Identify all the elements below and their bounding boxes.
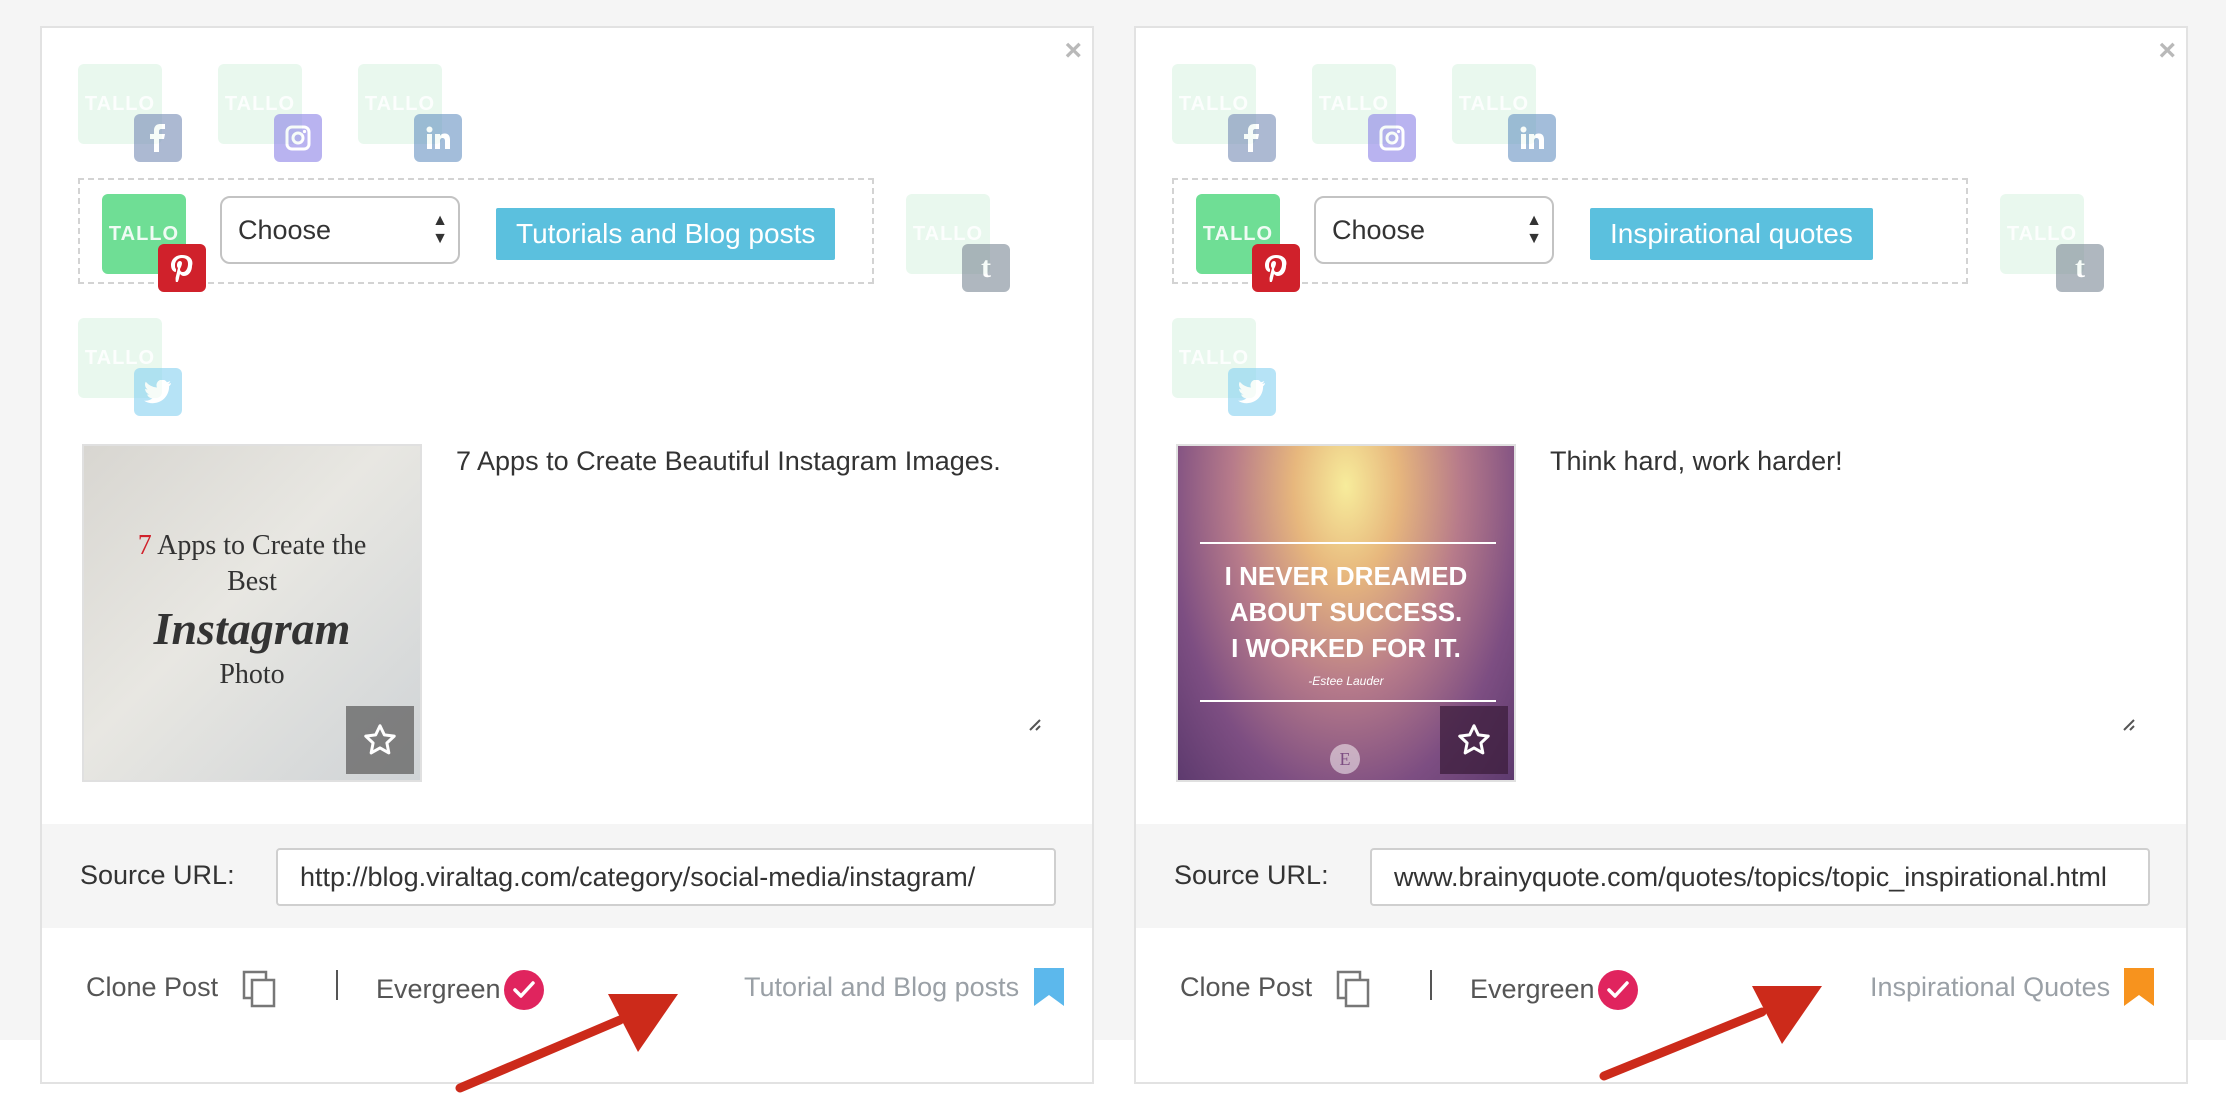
- select-arrows-icon: ▲ ▼: [1526, 212, 1542, 247]
- pinterest-icon: [158, 244, 206, 292]
- quote-author: -Estee Lauder: [1308, 674, 1384, 688]
- category-tag[interactable]: Tutorial and Blog posts: [744, 972, 1019, 1003]
- category-tag[interactable]: Inspirational Quotes: [1870, 972, 2110, 1003]
- divider: [1430, 970, 1432, 1000]
- instagram-icon: [274, 114, 322, 162]
- twitter-icon: [1228, 368, 1276, 416]
- close-icon[interactable]: ×: [1064, 36, 1082, 66]
- board-select[interactable]: Choose ▲ ▼: [1314, 196, 1554, 264]
- facebook-icon: [1228, 114, 1276, 162]
- pinterest-icon: [1252, 244, 1300, 292]
- account-linkedin[interactable]: TALLO: [1452, 64, 1556, 168]
- account-instagram[interactable]: TALLO: [218, 64, 322, 168]
- linkedin-icon: [1508, 114, 1556, 162]
- category-button[interactable]: Inspirational quotes: [1590, 208, 1873, 260]
- account-facebook[interactable]: TALLO: [78, 64, 182, 168]
- account-tumblr[interactable]: TALLO t: [2000, 194, 2104, 298]
- board-select[interactable]: Choose ▲ ▼: [220, 196, 460, 264]
- copy-icon[interactable]: [242, 970, 276, 1015]
- quote-rule: [1200, 700, 1496, 702]
- divider: [336, 970, 338, 1000]
- star-icon: [1458, 724, 1490, 755]
- source-url-input[interactable]: http://blog.viraltag.com/category/social…: [276, 848, 1056, 906]
- post-card-1: × TALLO TALLO TALLO TALLO Choose ▲ ▼ Tuto…: [40, 26, 1094, 1084]
- image-overlay-text: 7 Apps to Create the Best Instagram Phot…: [137, 530, 367, 690]
- account-tumblr[interactable]: TALLO t: [906, 194, 1010, 298]
- bookmark-icon[interactable]: [1034, 968, 1064, 1013]
- tumblr-icon: t: [962, 244, 1010, 292]
- account-facebook[interactable]: TALLO: [1172, 64, 1276, 168]
- favorite-star-button[interactable]: [346, 706, 414, 774]
- image-overlay-text: I NEVER DREAMED ABOUT SUCCESS. I WORKED …: [1224, 561, 1468, 663]
- account-instagram[interactable]: TALLO: [1312, 64, 1416, 168]
- source-url-row: Source URL: www.brainyquote.com/quotes/t…: [1136, 824, 2186, 928]
- copy-icon[interactable]: [1336, 970, 1370, 1015]
- select-arrows-icon: ▲ ▼: [432, 212, 448, 247]
- linkedin-icon: [414, 114, 462, 162]
- source-url-label: Source URL:: [1174, 860, 1329, 890]
- resize-handle-icon[interactable]: [1026, 716, 1042, 737]
- account-twitter[interactable]: TALLO: [78, 318, 182, 422]
- account-twitter[interactable]: TALLO: [1172, 318, 1276, 422]
- account-pinterest-selected[interactable]: TALLO: [102, 194, 206, 298]
- tumblr-icon: t: [2056, 244, 2104, 292]
- source-url-label: Source URL:: [80, 860, 235, 890]
- post-caption-textarea[interactable]: Think hard, work harder!: [1550, 446, 2150, 730]
- category-button[interactable]: Tutorials and Blog posts: [496, 208, 836, 260]
- annotation-arrow-right: [1599, 986, 1822, 1081]
- resize-handle-icon[interactable]: [2120, 716, 2136, 737]
- clone-post-link[interactable]: Clone Post: [1180, 972, 1312, 1003]
- favorite-star-button[interactable]: [1440, 706, 1508, 774]
- brand-logo: E: [1330, 744, 1360, 774]
- annotation-arrow-left: [455, 994, 678, 1093]
- account-linkedin[interactable]: TALLO: [358, 64, 462, 168]
- source-url-row: Source URL: http://blog.viraltag.com/cat…: [42, 824, 1092, 928]
- post-image[interactable]: I NEVER DREAMED ABOUT SUCCESS. I WORKED …: [1176, 444, 1516, 782]
- source-url-input[interactable]: www.brainyquote.com/quotes/topics/topic_…: [1370, 848, 2150, 906]
- post-card-2: × TALLO TALLO TALLO TALLO Choose ▲ ▼ Insp…: [1134, 26, 2188, 1084]
- twitter-icon: [134, 368, 182, 416]
- bookmark-icon[interactable]: [2124, 968, 2154, 1013]
- clone-post-link[interactable]: Clone Post: [86, 972, 218, 1003]
- close-icon[interactable]: ×: [2158, 36, 2176, 66]
- post-image[interactable]: 7 Apps to Create the Best Instagram Phot…: [82, 444, 422, 782]
- instagram-icon: [1368, 114, 1416, 162]
- star-icon: [364, 724, 396, 755]
- evergreen-label: Evergreen: [1470, 974, 1595, 1004]
- facebook-icon: [134, 114, 182, 162]
- account-pinterest-selected[interactable]: TALLO: [1196, 194, 1300, 298]
- post-caption-textarea[interactable]: 7 Apps to Create Beautiful Instagram Ima…: [456, 446, 1056, 730]
- quote-rule: [1200, 542, 1496, 544]
